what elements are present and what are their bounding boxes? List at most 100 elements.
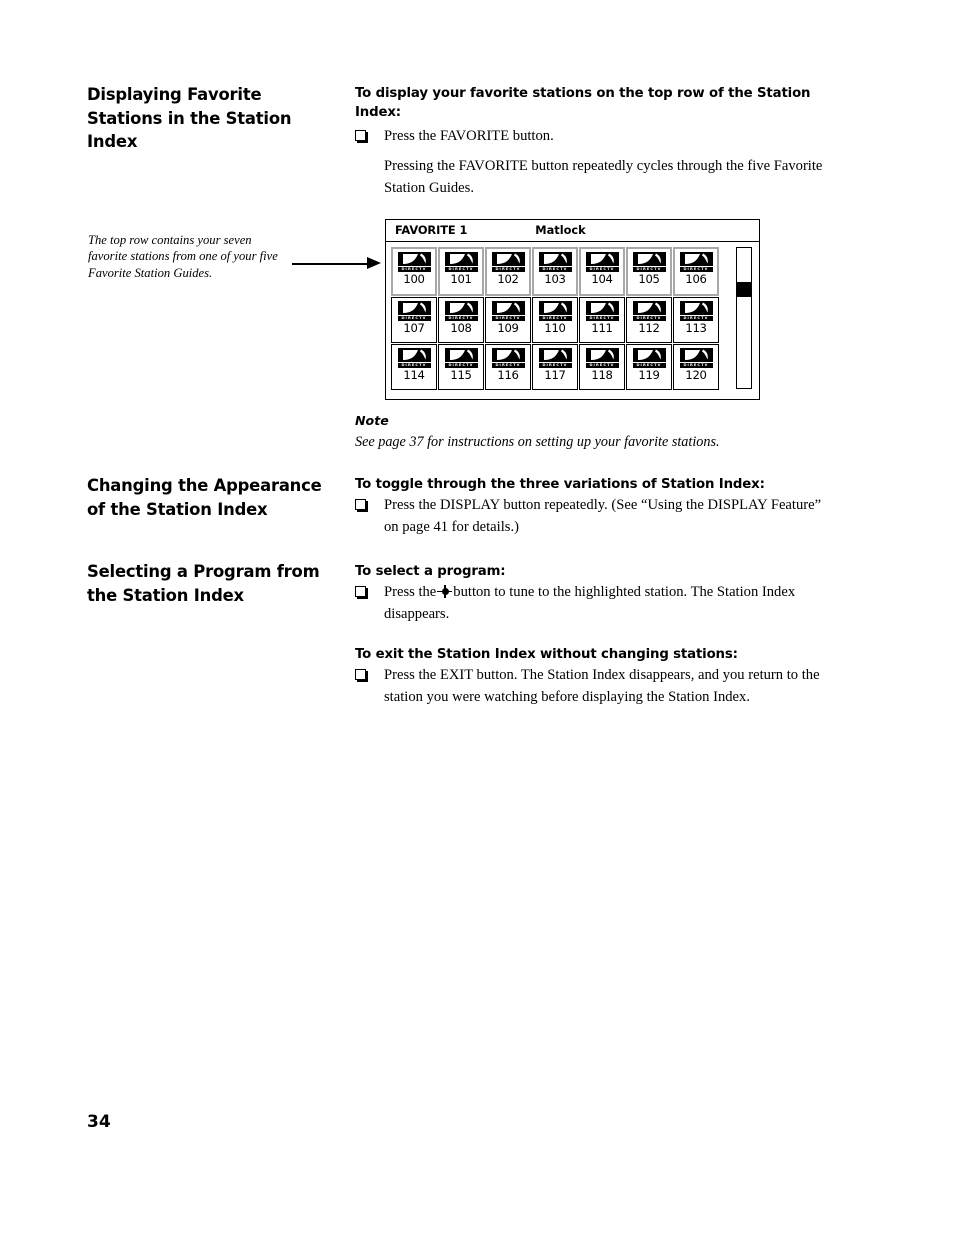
directv-logo-icon [679, 348, 713, 368]
station-cell[interactable]: DIRECTV 112 [626, 297, 672, 343]
directv-logo-icon [632, 348, 666, 368]
station-cell[interactable]: DIRECTV 114 [391, 344, 437, 390]
directv-logo-icon [632, 301, 666, 321]
directv-logo-icon [632, 252, 666, 272]
bullet-item-press-favorite: Press the FAVORITE button. [355, 126, 830, 148]
station-number: 102 [497, 272, 519, 286]
directv-logo-icon [397, 252, 431, 272]
station-number: 113 [685, 321, 707, 335]
station-cell[interactable]: DIRECTV 103 [532, 247, 578, 296]
station-cell[interactable]: DIRECTV 102 [485, 247, 531, 296]
scrollbar-thumb[interactable] [737, 282, 751, 297]
note-body: See page 37 for instructions on setting … [355, 434, 720, 450]
directv-logo-icon [585, 252, 619, 272]
checkbox-bullet-icon [355, 130, 366, 141]
station-cell[interactable]: DIRECTV 120 [673, 344, 719, 390]
directv-logo-icon [444, 252, 478, 272]
station-cell[interactable]: DIRECTV 118 [579, 344, 625, 390]
bullet-item-press-display: Press the DISPLAY button repeatedly. (Se… [355, 495, 830, 538]
subheading-toggle-variations: To toggle through the three variations o… [355, 477, 765, 492]
checkbox-bullet-icon [355, 499, 366, 510]
select-crosshair-icon [437, 585, 453, 598]
section-heading-displaying-favorite-stations: Displaying Favorite Stations in the Stat… [87, 85, 292, 151]
directv-logo-icon [397, 301, 431, 321]
directv-logo-icon [491, 348, 525, 368]
directv-logo-icon [585, 301, 619, 321]
directv-logo-icon [491, 252, 525, 272]
station-row: DIRECTV 100 DIRECTV 101 DIRECTV 102 DIRECTV 103… [391, 247, 719, 296]
subheading-exit-station-index: To exit the Station Index without changi… [355, 647, 738, 662]
station-cell[interactable]: DIRECTV 109 [485, 297, 531, 343]
station-cell[interactable]: DIRECTV 113 [673, 297, 719, 343]
station-cell[interactable]: DIRECTV 101 [438, 247, 484, 296]
station-number: 108 [450, 321, 472, 335]
station-number: 105 [638, 272, 660, 286]
checkbox-bullet-icon [355, 586, 366, 597]
caption-pointer-arrowhead [367, 257, 381, 269]
station-number: 104 [591, 272, 613, 286]
station-number: 111 [591, 321, 613, 335]
station-number: 112 [638, 321, 660, 335]
station-index-scrollbar[interactable] [736, 247, 752, 389]
directv-logo-icon [679, 301, 713, 321]
directv-logo-icon [538, 348, 572, 368]
station-cell[interactable]: DIRECTV 100 [391, 247, 437, 296]
station-number: 103 [544, 272, 566, 286]
station-number: 116 [497, 368, 519, 382]
station-number: 101 [450, 272, 472, 286]
station-number: 115 [450, 368, 472, 382]
station-cell[interactable]: DIRECTV 104 [579, 247, 625, 296]
bullet-text: Press the DISPLAY button repeatedly. (Se… [384, 497, 822, 535]
figure-caption: The top row contains your seven favorite… [88, 233, 278, 280]
bullet-item-press-exit: Press the EXIT button. The Station Index… [355, 665, 830, 708]
note-label: Note [355, 413, 389, 428]
directv-logo-icon [585, 348, 619, 368]
station-cell[interactable]: DIRECTV 117 [532, 344, 578, 390]
station-cell[interactable]: DIRECTV 116 [485, 344, 531, 390]
station-number: 120 [685, 368, 707, 382]
bullet-text: Press the EXIT button. The Station Index… [384, 667, 820, 705]
station-index-body: DIRECTV 100 DIRECTV 101 DIRECTV 102 DIRECTV 103… [386, 242, 759, 398]
directv-logo-icon [538, 252, 572, 272]
directv-logo-icon [397, 348, 431, 368]
station-cell[interactable]: DIRECTV 119 [626, 344, 672, 390]
station-number: 117 [544, 368, 566, 382]
bullet-text: Press the button to tune to the highlight… [384, 582, 830, 625]
paragraph-favorite-cycles: Pressing the FAVORITE button repeatedly … [384, 158, 823, 196]
station-row: DIRECTV 107 DIRECTV 108 DIRECTV 109 DIRECTV 110… [391, 297, 719, 343]
station-cell[interactable]: DIRECTV 110 [532, 297, 578, 343]
section-heading-selecting-program: Selecting a Program from the Station Ind… [87, 562, 320, 605]
station-number: 110 [544, 321, 566, 335]
station-cell[interactable]: DIRECTV 107 [391, 297, 437, 343]
directv-logo-icon [444, 301, 478, 321]
bullet-item-press-select: Press the button to tune to the highlight… [355, 582, 830, 625]
section-heading-changing-appearance: Changing the Appearance of the Station I… [87, 476, 322, 519]
current-program-title: Matlock [535, 223, 586, 237]
station-cell[interactable]: DIRECTV 106 [673, 247, 719, 296]
directv-logo-icon [679, 252, 713, 272]
station-number: 100 [403, 272, 425, 286]
station-cell[interactable]: DIRECTV 108 [438, 297, 484, 343]
station-index-screen: FAVORITE 1 Matlock DIRECTV 100 DIRECTV 101 D… [385, 219, 760, 400]
station-row: DIRECTV 114 DIRECTV 115 DIRECTV 116 DIRECTV 117… [391, 344, 719, 390]
station-number: 118 [591, 368, 613, 382]
checkbox-bullet-icon [355, 669, 366, 680]
bullet-text-before: Press the [384, 584, 437, 600]
station-grid: DIRECTV 100 DIRECTV 101 DIRECTV 102 DIRECTV 103… [391, 247, 719, 391]
station-number: 106 [685, 272, 707, 286]
station-cell[interactable]: DIRECTV 115 [438, 344, 484, 390]
directv-logo-icon [538, 301, 572, 321]
station-index-header-bar: FAVORITE 1 Matlock [386, 220, 759, 242]
subheading-display-favorite-stations: To display your favorite stations on the… [355, 86, 811, 120]
station-number: 114 [403, 368, 425, 382]
station-cell[interactable]: DIRECTV 111 [579, 297, 625, 343]
directv-logo-icon [491, 301, 525, 321]
bullet-text: Press the FAVORITE button. [384, 128, 554, 144]
directv-logo-icon [444, 348, 478, 368]
station-number: 109 [497, 321, 519, 335]
station-cell[interactable]: DIRECTV 105 [626, 247, 672, 296]
page-number: 34 [87, 1112, 111, 1132]
station-number: 107 [403, 321, 425, 335]
station-number: 119 [638, 368, 660, 382]
subheading-select-program: To select a program: [355, 564, 506, 579]
